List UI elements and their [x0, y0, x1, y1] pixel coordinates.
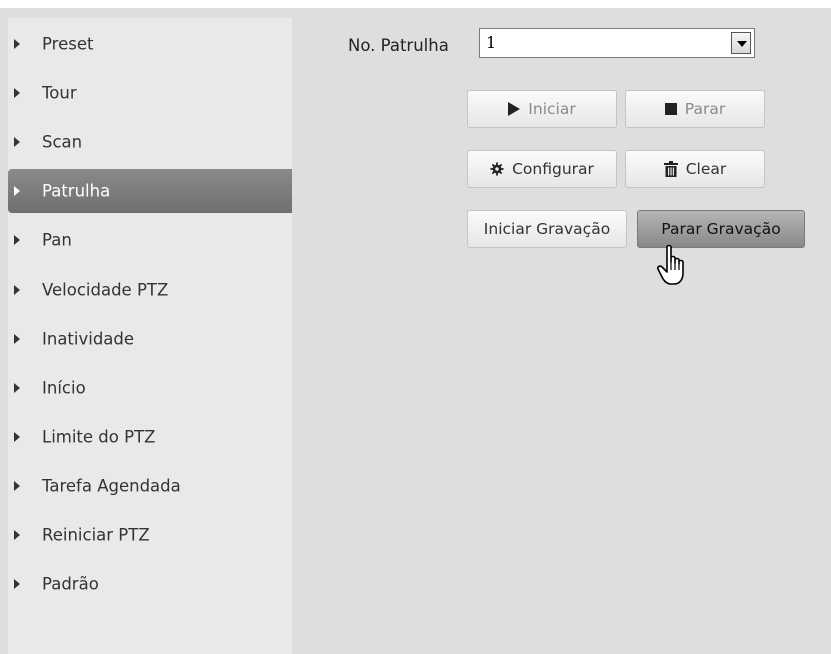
triangle-right-icon	[14, 530, 20, 540]
sidebar-item-scan[interactable]: Scan	[8, 120, 292, 164]
trash-icon	[663, 161, 678, 177]
sidebar-item-inicio[interactable]: Início	[8, 366, 292, 410]
triangle-right-icon	[14, 39, 20, 49]
triangle-right-icon	[14, 579, 20, 589]
sidebar-item-patrulha[interactable]: Patrulha	[8, 169, 292, 213]
sidebar-item-label: Patrulha	[42, 181, 111, 201]
triangle-right-icon	[14, 383, 20, 393]
chevron-down-icon[interactable]	[731, 32, 751, 54]
start-button-label: Iniciar	[528, 100, 576, 118]
stop-icon	[664, 103, 677, 115]
patrol-number-select[interactable]: 1	[479, 28, 755, 58]
triangle-right-icon	[14, 334, 20, 344]
sidebar-item-label: Início	[42, 378, 86, 398]
triangle-right-icon	[14, 432, 20, 442]
triangle-right-icon	[14, 88, 20, 98]
sidebar-item-tarefa-agendada[interactable]: Tarefa Agendada	[8, 464, 292, 508]
patrol-number-value: 1	[486, 33, 497, 52]
top-strip	[0, 0, 831, 8]
sidebar-item-tour[interactable]: Tour	[8, 71, 292, 115]
sidebar-item-velocidade-ptz[interactable]: Velocidade PTZ	[8, 268, 292, 312]
sidebar-item-padrao[interactable]: Padrão	[8, 562, 292, 606]
sidebar-item-label: Limite do PTZ	[42, 427, 156, 447]
start-recording-label: Iniciar Gravação	[483, 220, 611, 238]
configure-button-label: Configurar	[512, 160, 594, 178]
sidebar-item-inatividade[interactable]: Inatividade	[8, 317, 292, 361]
patrol-panel: No. Patrulha 1 Iniciar Parar Configurar	[292, 8, 831, 654]
sidebar: Preset Tour Scan Patrulha Pan Velocidade…	[8, 18, 292, 654]
sidebar-item-label: Pan	[42, 230, 72, 250]
triangle-right-icon	[14, 186, 20, 196]
stop-recording-label: Parar Gravação	[661, 220, 781, 238]
clear-button[interactable]: Clear	[625, 150, 765, 188]
sidebar-item-label: Reiniciar PTZ	[42, 525, 150, 545]
triangle-right-icon	[14, 481, 20, 491]
start-recording-button[interactable]: Iniciar Gravação	[467, 210, 627, 248]
sidebar-item-label: Preset	[42, 34, 94, 54]
sidebar-item-label: Tarefa Agendada	[42, 476, 181, 496]
sidebar-item-limite-do-ptz[interactable]: Limite do PTZ	[8, 415, 292, 459]
stop-button[interactable]: Parar	[625, 90, 765, 128]
hand-pointer-icon	[657, 244, 684, 285]
sidebar-item-label: Inatividade	[42, 329, 135, 349]
play-icon	[508, 102, 521, 116]
sidebar-item-preset[interactable]: Preset	[8, 22, 292, 66]
sidebar-item-reiniciar-ptz[interactable]: Reiniciar PTZ	[8, 513, 292, 557]
clear-button-label: Clear	[685, 160, 727, 178]
triangle-right-icon	[14, 285, 20, 295]
start-button[interactable]: Iniciar	[467, 90, 617, 128]
sidebar-item-label: Velocidade PTZ	[42, 280, 169, 300]
patrol-number-label: No. Patrulha	[348, 36, 449, 55]
gear-icon	[490, 162, 504, 176]
sidebar-item-label: Padrão	[42, 574, 99, 594]
triangle-right-icon	[14, 137, 20, 147]
triangle-right-icon	[14, 235, 20, 245]
sidebar-item-label: Scan	[42, 132, 83, 152]
stop-button-label: Parar	[684, 100, 726, 118]
stop-recording-button[interactable]: Parar Gravação	[637, 210, 805, 248]
configure-button[interactable]: Configurar	[467, 150, 617, 188]
sidebar-item-label: Tour	[42, 83, 77, 103]
sidebar-item-pan[interactable]: Pan	[8, 218, 292, 262]
